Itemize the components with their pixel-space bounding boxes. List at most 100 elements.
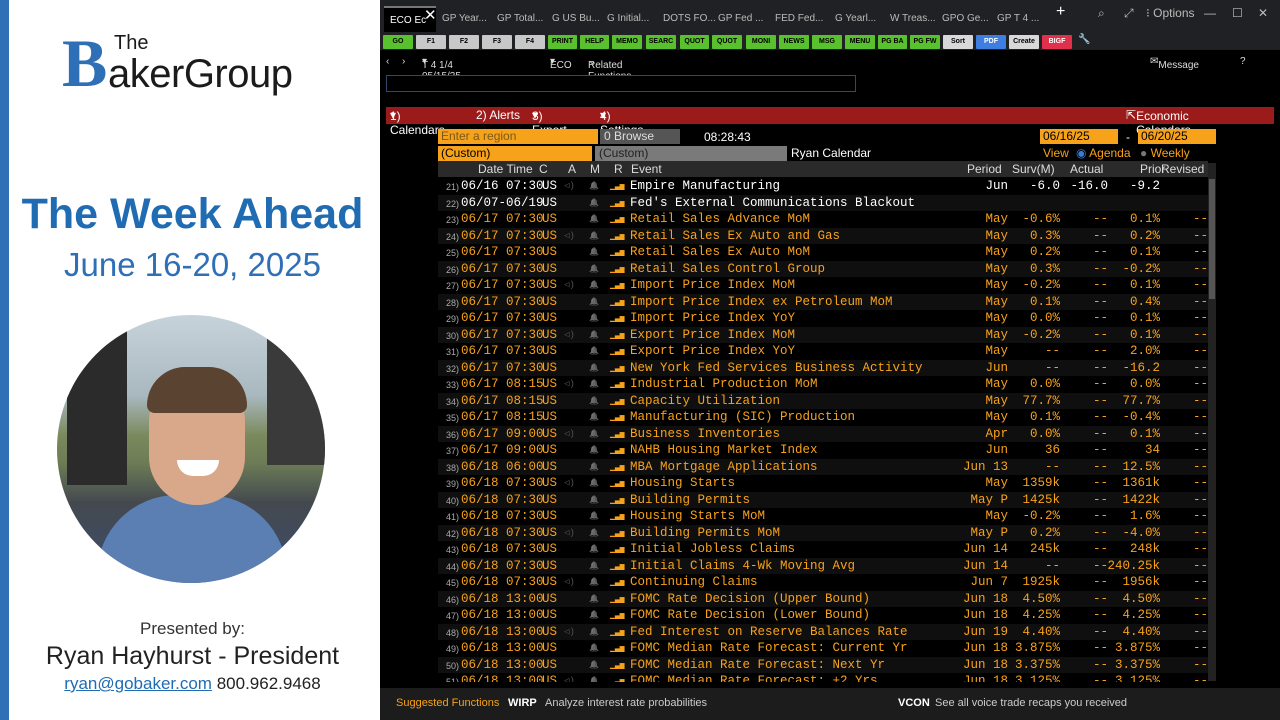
- bell-icon[interactable]: 🔔: [589, 429, 599, 439]
- table-row[interactable]: 29) 06/17 07:30 US 🔔 ▁▃▅ Import Price Index Y…: [438, 310, 1208, 327]
- bell-icon[interactable]: 🔔: [589, 313, 599, 323]
- bell-icon[interactable]: 🔔: [589, 594, 599, 604]
- column-header-5[interactable]: Event: [631, 162, 662, 176]
- settings-menu[interactable]: 4) Settings ▾: [600, 108, 643, 137]
- bell-icon[interactable]: 🔔: [589, 561, 599, 571]
- browse-button[interactable]: 0 Browse: [600, 129, 680, 144]
- bell-icon[interactable]: 🔔: [589, 231, 599, 241]
- bell-icon[interactable]: 🔔: [589, 214, 599, 224]
- key-menu[interactable]: MENU: [845, 35, 875, 49]
- column-header-3[interactable]: M: [590, 162, 600, 176]
- column-header-0[interactable]: Date Time: [478, 162, 533, 176]
- key-f4[interactable]: F4: [515, 35, 545, 49]
- start-date-field[interactable]: 06/16/25: [1040, 129, 1118, 144]
- message-button[interactable]: ✉ Message: [1150, 56, 1199, 71]
- table-row[interactable]: 44) 06/18 07:30 US 🔔 ▁▃▅ Initial Claims 4-Wk …: [438, 557, 1208, 574]
- tab-1[interactable]: GP Year...: [442, 6, 494, 32]
- search-icon[interactable]: ⌕: [1098, 6, 1105, 21]
- bell-icon[interactable]: 🔔: [589, 528, 599, 538]
- key-pg-ba[interactable]: PG BA: [878, 35, 907, 49]
- key-news[interactable]: NEWS: [779, 35, 809, 49]
- maximize-icon[interactable]: ☐: [1232, 6, 1243, 20]
- key-print[interactable]: PRINT: [548, 35, 577, 49]
- alerts-menu[interactable]: 2) Alerts: [476, 108, 520, 122]
- calendars-menu[interactable]: 1) Calendars ▾: [390, 108, 445, 137]
- key-memo[interactable]: MEMO: [612, 35, 642, 49]
- wrench-icon[interactable]: 🔧: [1078, 34, 1090, 45]
- forward-icon[interactable]: ›: [402, 56, 405, 67]
- bell-icon[interactable]: 🔔: [589, 610, 599, 620]
- bell-icon[interactable]: 🔔: [589, 445, 599, 455]
- bell-icon[interactable]: 🔔: [589, 297, 599, 307]
- custom-filter-2[interactable]: (Custom): [595, 146, 787, 161]
- economic-calendars-link[interactable]: ⇱ Economic Calendars: [1126, 108, 1191, 137]
- table-row[interactable]: 38) 06/18 06:00 US 🔔 ▁▃▅ MBA Mortgage Applica…: [438, 458, 1208, 475]
- bell-icon[interactable]: 🔔: [589, 363, 599, 373]
- key-sort[interactable]: Sort: [943, 35, 973, 49]
- column-header-8[interactable]: Actual: [1070, 162, 1103, 176]
- tab-2[interactable]: GP Total...: [497, 6, 549, 32]
- key-msg[interactable]: MSG: [812, 35, 842, 49]
- agenda-radio[interactable]: ◉ Agenda: [1076, 146, 1131, 160]
- bell-icon[interactable]: 🔔: [589, 676, 599, 682]
- column-header-4[interactable]: R: [614, 162, 623, 176]
- column-header-7[interactable]: Surv(M): [1012, 162, 1055, 176]
- key-moni[interactable]: MONI: [746, 35, 776, 49]
- tab-10[interactable]: GPO Ge...: [942, 6, 994, 32]
- tab-7[interactable]: FED Fed...: [775, 6, 827, 32]
- table-row[interactable]: 28) 06/17 07:30 US 🔔 ▁▃▅ Import Price Index e…: [438, 293, 1208, 310]
- function-selector[interactable]: ECO ▾: [550, 56, 572, 71]
- column-header-10[interactable]: Revised: [1161, 162, 1204, 176]
- bell-icon[interactable]: 🔔: [589, 198, 599, 208]
- table-row[interactable]: 49) 06/18 13:00 US 🔔 ▁▃▅ FOMC Median Rate For…: [438, 640, 1208, 657]
- table-row[interactable]: 30) 06/17 07:30 US ◁) 🔔 ▁▃▅ Export Price Index…: [438, 326, 1208, 343]
- scrollbar[interactable]: [1208, 163, 1216, 681]
- close-window-icon[interactable]: ✕: [1258, 6, 1268, 20]
- key-f3[interactable]: F3: [482, 35, 512, 49]
- table-row[interactable]: 26) 06/17 07:30 US 🔔 ▁▃▅ Retail Sales Control…: [438, 260, 1208, 277]
- key-go[interactable]: GO: [383, 35, 413, 49]
- options-menu[interactable]: ⁝ Options: [1146, 6, 1195, 20]
- command-input[interactable]: [386, 75, 856, 92]
- bell-icon[interactable]: 🔔: [589, 643, 599, 653]
- column-header-6[interactable]: Period: [967, 162, 1002, 176]
- scroll-thumb[interactable]: [1209, 179, 1215, 299]
- bell-icon[interactable]: 🔔: [589, 330, 599, 340]
- table-row[interactable]: 21) 06/16 07:30 US ◁) 🔔 ▁▃▅ Empire Manufacturi…: [438, 178, 1208, 195]
- tab-4[interactable]: G Initial...: [607, 6, 659, 32]
- table-row[interactable]: 36) 06/17 09:00 US ◁) 🔔 ▁▃▅ Business Inventori…: [438, 425, 1208, 442]
- table-row[interactable]: 47) 06/18 13:00 US 🔔 ▁▃▅ FOMC Rate Decision (…: [438, 607, 1208, 624]
- minimize-icon[interactable]: —: [1204, 6, 1216, 20]
- bell-icon[interactable]: 🔔: [589, 462, 599, 472]
- bell-icon[interactable]: 🔔: [589, 181, 599, 191]
- tab-6[interactable]: GP Fed ...: [718, 6, 770, 32]
- key-create[interactable]: Create: [1009, 35, 1039, 49]
- bell-icon[interactable]: 🔔: [589, 247, 599, 257]
- tab-5[interactable]: DOTS FO...: [663, 6, 715, 32]
- key-quot[interactable]: QUOT: [680, 35, 709, 49]
- security-selector[interactable]: T 4 1/4 05/15/35 Govt ▾: [422, 56, 461, 93]
- presenter-email-link[interactable]: ryan@gobaker.com: [64, 674, 212, 693]
- bell-icon[interactable]: 🔔: [589, 396, 599, 406]
- bell-icon[interactable]: 🔔: [589, 412, 599, 422]
- table-row[interactable]: 50) 06/18 13:00 US 🔔 ▁▃▅ FOMC Median Rate For…: [438, 656, 1208, 673]
- table-row[interactable]: 35) 06/17 08:15 US 🔔 ▁▃▅ Manufacturing (SIC) …: [438, 409, 1208, 426]
- export-menu[interactable]: 3) Export ▾: [532, 108, 567, 137]
- table-row[interactable]: 51) 06/18 13:00 US ◁) 🔔 ▁▃▅ FOMC Median Rate F…: [438, 673, 1208, 682]
- column-header-2[interactable]: A: [568, 162, 576, 176]
- bell-icon[interactable]: 🔔: [589, 660, 599, 670]
- key-searc[interactable]: SEARC: [646, 35, 676, 49]
- bell-icon[interactable]: 🔔: [589, 280, 599, 290]
- bell-icon[interactable]: 🔔: [589, 495, 599, 505]
- table-row[interactable]: 43) 06/18 07:30 US 🔔 ▁▃▅ Initial Jobless Clai…: [438, 541, 1208, 558]
- table-row[interactable]: 45) 06/18 07:30 US ◁) 🔔 ▁▃▅ Continuing Claims J…: [438, 574, 1208, 591]
- table-row[interactable]: 37) 06/17 09:00 US 🔔 ▁▃▅ NAHB Housing Market …: [438, 442, 1208, 459]
- key-help[interactable]: HELP: [580, 35, 609, 49]
- end-date-field[interactable]: 06/20/25: [1138, 129, 1216, 144]
- table-row[interactable]: 41) 06/18 07:30 US 🔔 ▁▃▅ Housing Starts MoM Ma…: [438, 508, 1208, 525]
- bell-icon[interactable]: 🔔: [589, 478, 599, 488]
- table-row[interactable]: 24) 06/17 07:30 US ◁) 🔔 ▁▃▅ Retail Sales Ex Au…: [438, 227, 1208, 244]
- bell-icon[interactable]: 🔔: [589, 544, 599, 554]
- tab-close-icon[interactable]: ✕: [424, 6, 437, 24]
- bell-icon[interactable]: 🔔: [589, 379, 599, 389]
